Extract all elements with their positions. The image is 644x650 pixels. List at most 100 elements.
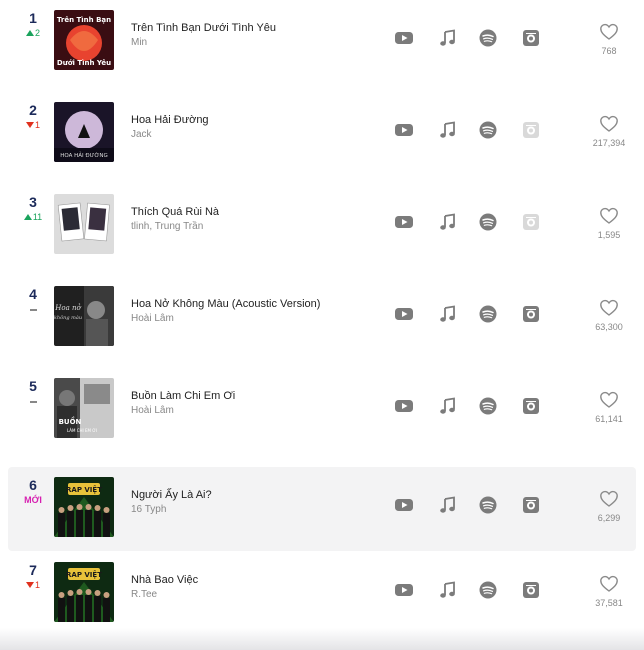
song-artist[interactable]: Hoài Lâm	[131, 405, 174, 416]
rank-change-down: 1	[22, 120, 44, 130]
zing-mp3-icon	[521, 120, 541, 140]
chart-row[interactable]: 5 BUỒN LÀM CHI EM ƠI Buồn Làm Chi Em Ơi H…	[8, 368, 636, 452]
spotify-icon[interactable]	[478, 212, 498, 232]
bottom-fade	[0, 628, 644, 650]
zing-mp3-icon[interactable]	[521, 580, 541, 600]
song-cover[interactable]: HOA HẢI ĐƯỜNG	[54, 102, 114, 162]
zing-mp3-icon[interactable]	[521, 304, 541, 324]
svg-text:RAP VIỆT: RAP VIỆT	[66, 485, 102, 494]
song-artist[interactable]: Min	[131, 37, 147, 48]
apple-music-icon[interactable]	[438, 212, 458, 232]
youtube-icon[interactable]	[394, 495, 414, 515]
song-title[interactable]: Hoa Hải Đường	[131, 114, 209, 126]
chart-row[interactable]: 1 2 Trên Tình Bạn Dưới Tình Yêu Trên Tình…	[8, 0, 636, 84]
rank-unchanged	[22, 304, 44, 314]
rank: 2 1	[22, 102, 44, 130]
svg-text:Hoa nở: Hoa nở	[54, 303, 81, 312]
apple-music-icon[interactable]	[438, 304, 458, 324]
heart-icon[interactable]	[599, 489, 619, 509]
rank-number: 1	[29, 10, 37, 26]
spotify-icon[interactable]	[478, 580, 498, 600]
rank: 5	[22, 378, 44, 406]
heart-icon[interactable]	[599, 114, 619, 134]
song-title[interactable]: Thích Quá Rùi Nà	[131, 206, 219, 218]
rank-unchanged	[22, 396, 44, 406]
chart-row[interactable]: 2 1 HOA HẢI ĐƯỜNG Hoa Hải Đường Jack 217…	[8, 92, 636, 176]
rank-change-up: 11	[22, 212, 44, 222]
song-title[interactable]: Người Ấy Là Ai?	[131, 489, 212, 501]
like-count: 1,595	[597, 230, 621, 240]
apple-music-icon[interactable]	[438, 495, 458, 515]
youtube-icon[interactable]	[394, 580, 414, 600]
rank: 3 11	[22, 194, 44, 222]
song-title[interactable]: Nhà Bao Việc	[131, 574, 198, 586]
zing-mp3-icon[interactable]	[521, 495, 541, 515]
apple-music-icon[interactable]	[438, 580, 458, 600]
arrow-up-icon	[25, 30, 34, 36]
rank-number: 2	[29, 102, 37, 118]
rank: 7 1	[22, 562, 44, 590]
youtube-icon[interactable]	[394, 120, 414, 140]
chart-row[interactable]: 6 MỚI RAP VIỆT Người Ấy Là Ai? 16 Typh 6…	[8, 467, 636, 551]
song-title[interactable]: Buồn Làm Chi Em Ơi	[131, 390, 235, 402]
like-count: 217,394	[592, 138, 626, 148]
youtube-icon[interactable]	[394, 28, 414, 48]
spotify-icon[interactable]	[478, 28, 498, 48]
song-cover[interactable]: Hoa nở không màu	[54, 286, 114, 346]
rank-change-down: 1	[22, 580, 44, 590]
spotify-icon[interactable]	[478, 304, 498, 324]
like-count: 6,299	[597, 513, 621, 523]
zing-mp3-icon[interactable]	[521, 28, 541, 48]
rank: 1 2	[22, 10, 44, 38]
svg-text:Dưới Tình Yêu: Dưới Tình Yêu	[57, 59, 111, 67]
song-artist[interactable]: Jack	[131, 129, 152, 140]
zing-mp3-icon[interactable]	[521, 396, 541, 416]
song-cover[interactable]: BUỒN LÀM CHI EM ƠI	[54, 378, 114, 438]
chart-row[interactable]: 7 1 RAP VIỆT Nhà Bao Việc R.Tee 37,581	[8, 552, 636, 636]
like-count: 37,581	[595, 598, 623, 608]
like-count: 768	[601, 46, 617, 56]
rank-change-new: MỚI	[24, 495, 42, 505]
song-artist[interactable]: tlinh, Trung Trần	[131, 221, 203, 232]
heart-icon[interactable]	[599, 22, 619, 42]
svg-text:không màu: không màu	[54, 314, 82, 321]
zing-mp3-icon	[521, 212, 541, 232]
song-cover[interactable]: Trên Tình Bạn Dưới Tình Yêu	[54, 10, 114, 70]
like-count: 63,300	[595, 322, 623, 332]
spotify-icon[interactable]	[478, 396, 498, 416]
youtube-icon[interactable]	[394, 212, 414, 232]
svg-text:LÀM CHI EM ƠI: LÀM CHI EM ƠI	[67, 428, 97, 433]
song-cover[interactable]	[54, 194, 114, 254]
song-title[interactable]: Hoa Nở Không Màu (Acoustic Version)	[131, 298, 320, 310]
youtube-icon[interactable]	[394, 396, 414, 416]
spotify-icon[interactable]	[478, 495, 498, 515]
chart-row[interactable]: 4 Hoa nở không màu Hoa Nở Không Màu (Acou…	[8, 276, 636, 360]
rank: 4	[22, 286, 44, 314]
svg-text:RAP VIỆT: RAP VIỆT	[66, 570, 102, 579]
rank-number: 6	[29, 477, 37, 493]
heart-icon[interactable]	[599, 298, 619, 318]
apple-music-icon[interactable]	[438, 28, 458, 48]
chart-row[interactable]: 3 11 Thích Quá Rùi Nà tlinh, Trung Trần …	[8, 184, 636, 268]
arrow-down-icon	[25, 122, 34, 128]
song-title[interactable]: Trên Tình Bạn Dưới Tình Yêu	[131, 22, 276, 34]
apple-music-icon[interactable]	[438, 120, 458, 140]
song-cover[interactable]: RAP VIỆT	[54, 562, 114, 622]
song-artist[interactable]: R.Tee	[131, 589, 157, 600]
youtube-icon[interactable]	[394, 304, 414, 324]
rank-number: 7	[29, 562, 37, 578]
heart-icon[interactable]	[599, 206, 619, 226]
svg-text:Trên Tình Bạn: Trên Tình Bạn	[57, 16, 111, 24]
song-cover[interactable]: RAP VIỆT	[54, 477, 114, 537]
spotify-icon[interactable]	[478, 120, 498, 140]
heart-icon[interactable]	[599, 390, 619, 410]
dash-icon	[29, 400, 37, 403]
heart-icon[interactable]	[599, 574, 619, 594]
song-artist[interactable]: Hoài Lâm	[131, 313, 174, 324]
dash-icon	[29, 308, 37, 311]
like-count: 61,141	[595, 414, 623, 424]
song-artist[interactable]: 16 Typh	[131, 504, 166, 515]
rank-number: 4	[29, 286, 37, 302]
apple-music-icon[interactable]	[438, 396, 458, 416]
arrow-up-icon	[23, 214, 32, 220]
